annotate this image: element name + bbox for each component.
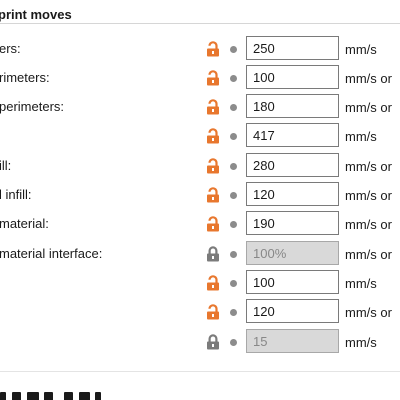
- lock-open-icon[interactable]: [206, 99, 220, 115]
- setting-row: perimeters: mm/s or: [0, 94, 400, 120]
- unit-label: mm/s: [345, 335, 377, 350]
- setting-label: material:: [0, 216, 49, 231]
- dot-icon: [230, 75, 237, 82]
- setting-row: mm/s: [0, 270, 400, 296]
- setting-row: l infill: mm/s or: [0, 182, 400, 208]
- section-title: print moves: [0, 7, 72, 22]
- setting-label: perimeters:: [0, 99, 65, 114]
- setting-label: ers:: [0, 41, 21, 56]
- lock-open-icon[interactable]: [206, 304, 220, 320]
- setting-row: mm/s: [0, 329, 400, 355]
- section-divider: [0, 23, 400, 24]
- unit-label: mm/s or: [345, 71, 392, 86]
- unit-label: mm/s: [345, 42, 377, 57]
- dot-icon: [230, 192, 237, 199]
- unit-label: mm/s or: [345, 305, 392, 320]
- speed-settings-panel: print moves ers:mm/srimeters:mm/s orperi…: [0, 0, 400, 400]
- dot-icon: [230, 339, 237, 346]
- unit-label: mm/s or: [345, 188, 392, 203]
- unit-label: mm/s or: [345, 217, 392, 232]
- dot-icon: [230, 221, 237, 228]
- unit-label: mm/s or: [345, 100, 392, 115]
- dot-icon: [230, 251, 237, 258]
- setting-row: mm/s or: [0, 299, 400, 325]
- dot-icon: [230, 46, 237, 53]
- speed-value-input[interactable]: [246, 211, 339, 235]
- setting-row: rimeters: mm/s or: [0, 65, 400, 91]
- setting-label: rimeters:: [0, 70, 50, 85]
- lock-closed-icon[interactable]: [206, 246, 220, 262]
- speed-value-input[interactable]: [246, 270, 339, 294]
- setting-row: mm/s: [0, 123, 400, 149]
- lock-open-icon[interactable]: [206, 41, 220, 57]
- dot-icon: [230, 309, 237, 316]
- setting-row: ers: mm/s: [0, 36, 400, 62]
- lock-open-icon[interactable]: [206, 216, 220, 232]
- lock-open-icon[interactable]: [206, 275, 220, 291]
- lock-open-icon[interactable]: [206, 187, 220, 203]
- next-section-title-cropped: [0, 392, 400, 400]
- unit-label: mm/s or: [345, 159, 392, 174]
- dot-icon: [230, 133, 237, 140]
- speed-value-input[interactable]: [246, 65, 339, 89]
- dot-icon: [230, 280, 237, 287]
- unit-label: mm/s or: [345, 247, 392, 262]
- setting-label: ill:: [0, 158, 12, 173]
- dot-icon: [230, 163, 237, 170]
- lock-open-icon[interactable]: [206, 128, 220, 144]
- setting-label: material interface:: [0, 246, 103, 261]
- speed-value-input[interactable]: [246, 153, 339, 177]
- speed-value-input[interactable]: [246, 123, 339, 147]
- setting-row: material: mm/s or: [0, 211, 400, 237]
- setting-label: l infill:: [0, 187, 32, 202]
- speed-value-input: [246, 241, 339, 265]
- speed-value-input[interactable]: [246, 182, 339, 206]
- lock-open-icon[interactable]: [206, 70, 220, 86]
- unit-label: mm/s: [345, 276, 377, 291]
- setting-row: ill: mm/s or: [0, 153, 400, 179]
- speed-value-input[interactable]: [246, 36, 339, 60]
- lock-open-icon[interactable]: [206, 158, 220, 174]
- unit-label: mm/s: [345, 129, 377, 144]
- section-divider-bottom: [0, 371, 400, 372]
- speed-value-input: [246, 329, 339, 353]
- speed-value-input[interactable]: [246, 94, 339, 118]
- setting-row: material interface: mm/s or: [0, 241, 400, 267]
- dot-icon: [230, 104, 237, 111]
- lock-closed-icon[interactable]: [206, 334, 220, 350]
- speed-value-input[interactable]: [246, 299, 339, 323]
